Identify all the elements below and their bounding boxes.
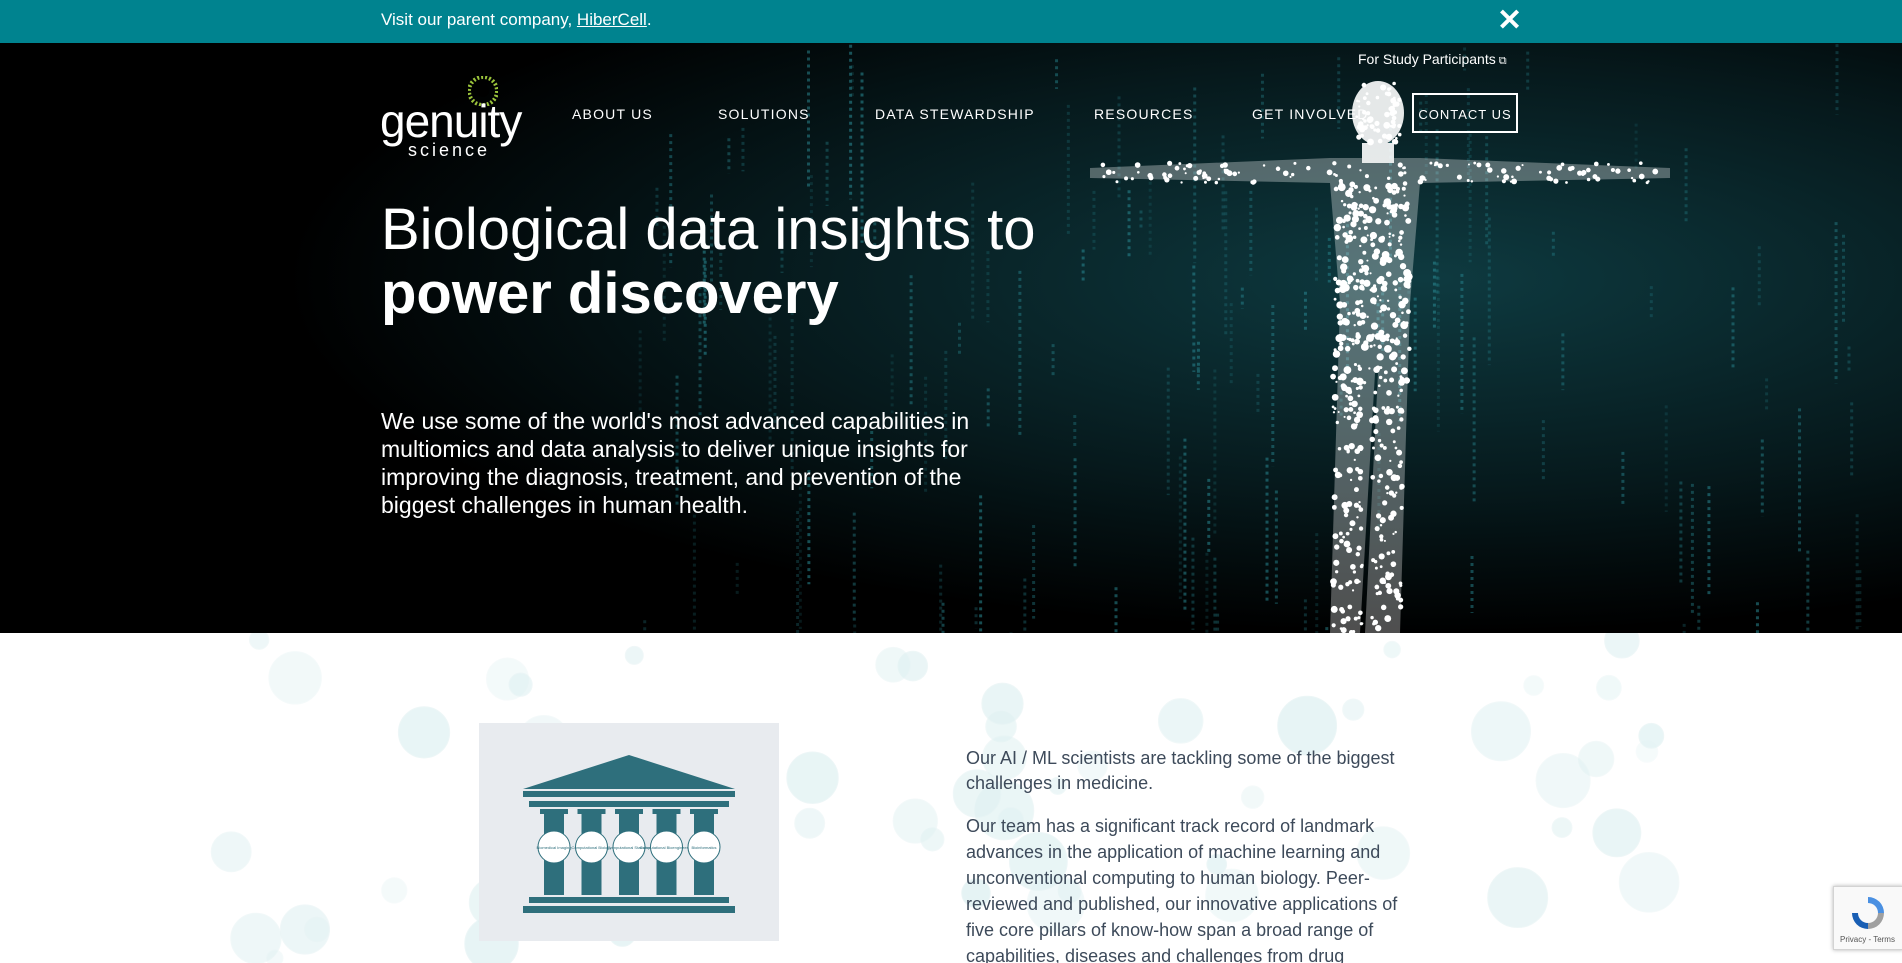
pillar-label: Computational Biology <box>571 845 611 850</box>
hero-headline: Biological data insights to power discov… <box>381 198 1036 326</box>
nav-get-involved[interactable]: GET INVOLVED <box>1252 106 1369 122</box>
contact-us-button[interactable]: CONTACT US <box>1412 93 1518 133</box>
temple-pillars-icon: Biomedical Imaging Computational Biology C… <box>523 755 735 913</box>
pillar-capital <box>652 809 681 814</box>
announcement-text: Visit our parent company, <box>381 10 577 29</box>
pillar-label: Computational Bioengineering <box>640 845 694 850</box>
headline-line1: Biological data insights to <box>381 197 1036 262</box>
section-lead-text: Our AI / ML scientists are tackling some… <box>966 748 1395 793</box>
external-link-icon: ⧉ <box>1498 55 1507 67</box>
logo-sub: science <box>408 140 491 160</box>
recaptcha-badge[interactable]: Privacy - Terms <box>1833 886 1902 950</box>
close-icon[interactable]: ✕ <box>1497 6 1522 36</box>
genuity-logo[interactable]: genuity science <box>380 76 530 160</box>
recaptcha-terms[interactable]: Privacy - Terms <box>1840 935 1895 944</box>
nav-resources[interactable]: RESOURCES <box>1094 106 1193 122</box>
pillar-capital <box>540 809 568 814</box>
pillar-capital <box>690 809 718 814</box>
ai-ml-section: Biomedical Imaging Computational Biology C… <box>0 633 1902 963</box>
headline-line2: power discovery <box>381 261 839 326</box>
announcement-suffix: . <box>646 10 652 29</box>
hibercell-link[interactable]: HiberCell <box>577 10 647 29</box>
network-background <box>210 633 1680 963</box>
pillar-label: Bioinformatics <box>691 845 716 850</box>
announcement-bar: Visit our parent company, HiberCell. ✕ <box>0 0 1902 43</box>
pillar-label: Biomedical Imaging <box>537 845 572 850</box>
nav-data-stewardship[interactable]: DATA STEWARDSHIP <box>875 106 1035 122</box>
section-body-text: Our team has a significant track record … <box>966 816 1398 963</box>
hero-section: For Study Participants ⧉ genuity science … <box>0 43 1902 633</box>
hero-background-image <box>0 43 1902 633</box>
announcement-message: Visit our parent company, HiberCell. <box>381 10 652 30</box>
hero-intro: We use some of the world's most advanced… <box>381 408 970 518</box>
recaptcha-icon <box>1852 897 1884 929</box>
nav-about-us[interactable]: ABOUT US <box>572 106 653 122</box>
study-participants-link[interactable]: For Study Participants ⧉ <box>1358 51 1507 68</box>
pillar-capital <box>577 809 606 814</box>
pillars-illustration: Biomedical Imaging Computational Biology C… <box>479 723 779 941</box>
pillar-capital <box>615 809 643 814</box>
nav-solutions[interactable]: SOLUTIONS <box>718 106 810 122</box>
